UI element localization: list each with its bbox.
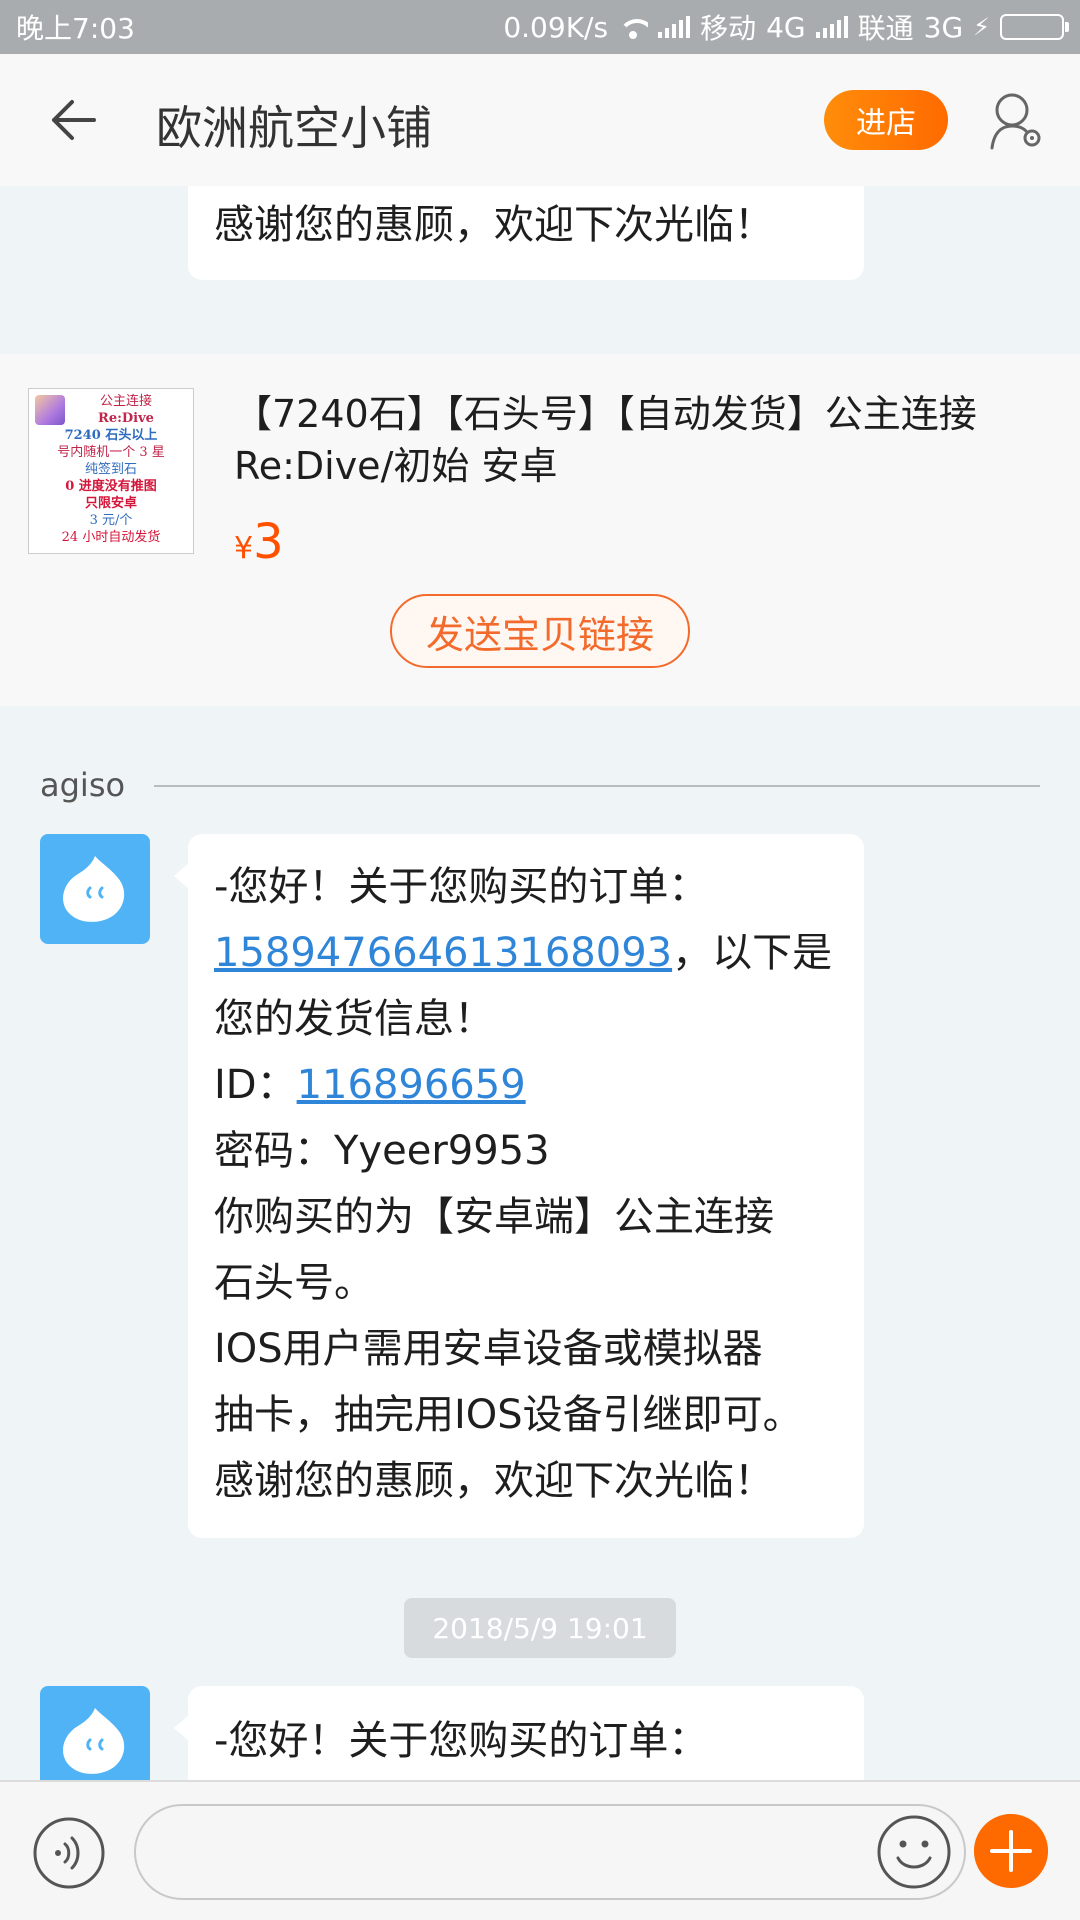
status-indicators: 0.09K/s 移动 4G 联通 3G ⚡: [503, 7, 1069, 47]
game-character-icon: [35, 395, 65, 425]
price-value: 3: [253, 514, 284, 570]
shop-title: 欧洲航空小铺: [156, 101, 432, 155]
thumb-line: 7240 石头以上: [64, 428, 158, 443]
signal-icon-2: [815, 16, 848, 38]
chat-bot-icon: [63, 856, 125, 922]
network-speed: 0.09K/s: [503, 10, 609, 44]
message-text: ，以下是: [672, 930, 833, 976]
message-line: 石头号。: [214, 1260, 374, 1306]
sender-avatar[interactable]: [40, 834, 150, 944]
enter-shop-button[interactable]: 进店: [824, 90, 948, 150]
account-id-link[interactable]: 116896659: [297, 1062, 526, 1108]
carrier-2: 联通: [857, 12, 914, 45]
message-line: ID：116896659: [214, 1052, 838, 1118]
message-line: 密码：Yyeer9953: [214, 1128, 550, 1174]
send-product-link-button[interactable]: 发送宝贝链接: [390, 594, 690, 668]
message-line: IOS用户需用安卓设备或模拟器: [214, 1326, 763, 1372]
message-bubble-previous: 感谢您的惠顾，欢迎下次光临！: [188, 186, 864, 280]
product-name-line: 【7240石】【石头号】【自动发货】公主连接: [234, 392, 977, 436]
wifi-icon: [618, 15, 649, 39]
network-type-2: 3G: [923, 10, 964, 44]
order-number-link[interactable]: 158947664613168093: [214, 930, 672, 976]
thumb-line: 号内随机一个 3 星: [57, 445, 165, 460]
message-line: 158947664613168093，以下是: [214, 920, 838, 986]
status-bar: 晚上7:03 0.09K/s 移动 4G 联通 3G ⚡: [0, 0, 1080, 54]
sender-name: agiso: [40, 766, 126, 804]
thumb-line: 24 小时自动发货: [61, 530, 161, 545]
chat-header: 欧洲航空小铺 进店: [0, 54, 1080, 186]
back-arrow-icon[interactable]: [48, 98, 98, 142]
battery-icon: [1000, 14, 1069, 40]
id-label: ID：: [214, 1062, 297, 1108]
user-settings-icon[interactable]: [988, 90, 1044, 154]
message-line: 抽卡，抽完用IOS设备引继即可。: [214, 1392, 803, 1438]
carrier-1: 移动: [700, 12, 757, 45]
thumb-line: 纯签到石: [84, 462, 137, 477]
sender-divider: [154, 785, 1040, 787]
charging-icon: ⚡: [973, 13, 990, 41]
product-price: ¥3: [234, 514, 284, 570]
currency-symbol: ¥: [234, 531, 254, 566]
product-thumbnail[interactable]: 公主连接 Re:Dive 7240 石头以上 号内随机一个 3 星 纯签到石 0…: [28, 388, 194, 554]
signal-icon: [658, 16, 691, 38]
status-time: 晚上7:03: [16, 12, 135, 45]
message-line: 感谢您的惠顾，欢迎下次光临！: [214, 1458, 774, 1504]
thumb-line: 0 进度没有推图: [65, 479, 157, 494]
message-line: 您的发货信息！: [214, 996, 494, 1042]
message-timestamp: 2018/5/9 19:01: [404, 1598, 676, 1658]
thumb-line: 3 元/个: [89, 513, 133, 528]
message-line: 你购买的为【安卓端】公主连接: [214, 1194, 774, 1240]
message-input[interactable]: [134, 1804, 966, 1900]
message-line: -您好！关于您购买的订单：: [214, 864, 709, 910]
message-input-bar: [0, 1780, 1080, 1920]
message-text: 感谢您的惠顾，欢迎下次光临！: [214, 202, 774, 248]
voice-icon[interactable]: [32, 1816, 106, 1890]
thumb-line: 只限安卓: [84, 496, 137, 511]
product-card[interactable]: 公主连接 Re:Dive 7240 石头以上 号内随机一个 3 星 纯签到石 0…: [0, 354, 1080, 706]
product-name-line: Re:Dive/初始 安卓: [234, 444, 558, 488]
message-line: -您好！关于您购买的订单：: [214, 1718, 709, 1764]
product-name[interactable]: 【7240石】【石头号】【自动发货】公主连接 Re:Dive/初始 安卓: [234, 388, 1034, 492]
emoji-icon[interactable]: [876, 1814, 952, 1890]
plus-icon[interactable]: [974, 1814, 1048, 1888]
network-type-1: 4G: [766, 10, 806, 44]
message-bubble-delivery: -您好！关于您购买的订单： 158947664613168093，以下是 您的发…: [188, 834, 864, 1538]
